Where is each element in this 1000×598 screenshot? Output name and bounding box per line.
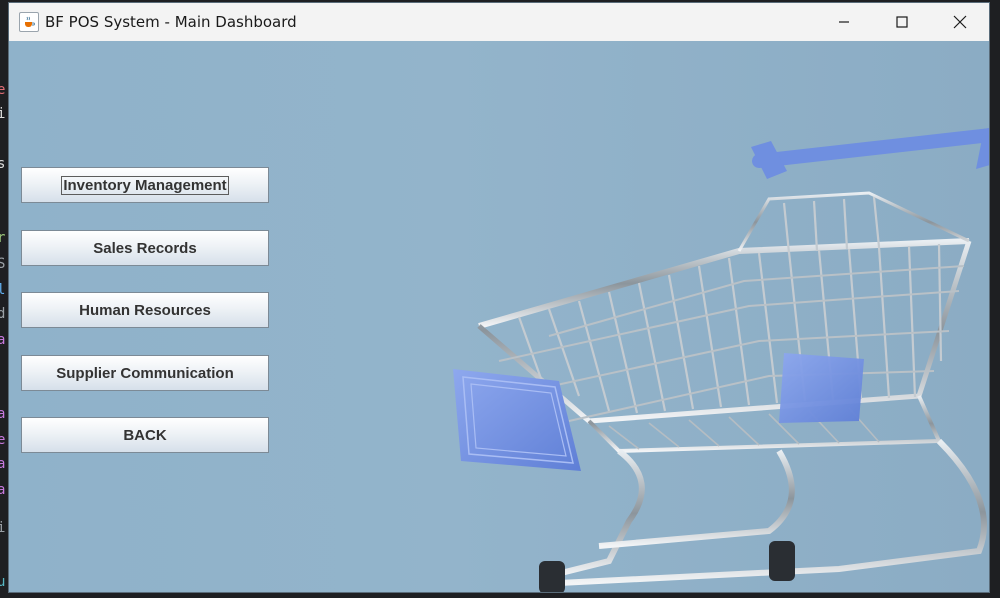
supplier-communication-label: Supplier Communication — [56, 364, 234, 382]
maximize-icon — [896, 16, 908, 28]
terminal-glyph: a — [0, 406, 6, 422]
terminal-glyph: a — [0, 332, 6, 348]
terminal-glyph: i — [0, 106, 6, 122]
terminal-glyph: i — [0, 520, 6, 536]
back-button[interactable]: BACK — [21, 417, 269, 453]
inventory-management-label: Inventory Management — [61, 175, 229, 195]
maximize-button[interactable] — [873, 3, 931, 41]
terminal-glyph: s — [0, 156, 6, 172]
terminal-glyph: a — [0, 456, 6, 472]
java-coffee-cup-icon — [19, 12, 39, 32]
human-resources-button[interactable]: Human Resources — [21, 292, 269, 328]
back-label: BACK — [123, 426, 167, 444]
terminal-glyph: u — [0, 574, 6, 590]
terminal-glyph: e — [0, 82, 6, 98]
minimize-icon — [839, 21, 849, 23]
human-resources-label: Human Resources — [79, 301, 211, 319]
window-controls — [815, 3, 989, 41]
terminal-glyph: e — [0, 432, 6, 448]
window-title: BF POS System - Main Dashboard — [45, 13, 297, 31]
sales-records-button[interactable]: Sales Records — [21, 230, 269, 266]
shopping-cart-image — [453, 128, 989, 592]
sales-records-label: Sales Records — [93, 239, 197, 257]
terminal-glyph: S — [0, 256, 6, 272]
background-terminal: e i s r S l d a a e a a i u — [0, 0, 8, 598]
dashboard-content: Inventory Management Sales Records Human… — [9, 41, 989, 592]
close-icon — [953, 15, 967, 29]
supplier-communication-button[interactable]: Supplier Communication — [21, 355, 269, 391]
minimize-button[interactable] — [815, 3, 873, 41]
close-button[interactable] — [931, 3, 989, 41]
terminal-glyph: l — [0, 282, 6, 298]
terminal-glyph: a — [0, 482, 6, 498]
inventory-management-button[interactable]: Inventory Management — [21, 167, 269, 203]
main-dashboard-window: BF POS System - Main Dashboard Inventory… — [8, 2, 990, 593]
title-bar[interactable]: BF POS System - Main Dashboard — [9, 3, 989, 41]
terminal-glyph: d — [0, 306, 6, 322]
terminal-glyph: r — [0, 230, 6, 246]
